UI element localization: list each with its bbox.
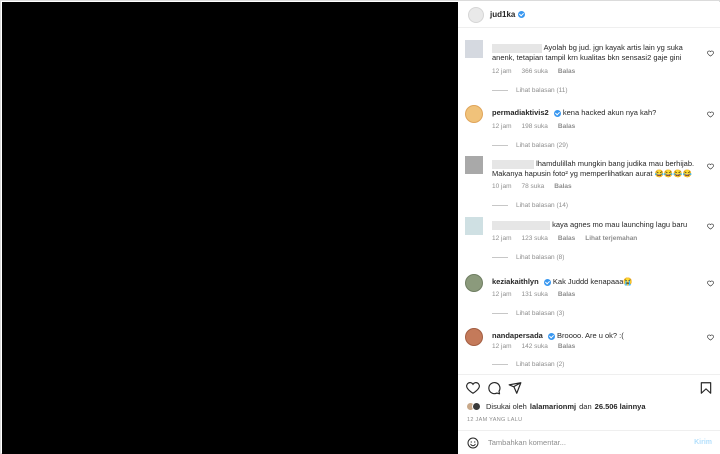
view-replies-button[interactable]: Lihat balasan (8) — [492, 254, 564, 261]
view-replies-button[interactable]: Lihat balasan (14) — [492, 202, 568, 209]
verified-badge-icon — [553, 109, 561, 117]
comment-composer: Kirim — [458, 430, 720, 454]
comment-meta: 12 jam 142 suka Balas — [492, 343, 575, 350]
comment-heart-icon[interactable] — [707, 223, 714, 230]
view-replies-button[interactable]: Lihat balasan (11) — [492, 87, 568, 94]
view-replies-line — [492, 364, 508, 365]
comment-input[interactable] — [488, 438, 678, 447]
view-replies-label: Lihat balasan (29) — [516, 142, 569, 149]
comment-time: 12 jam — [492, 343, 512, 350]
comment-time: 12 jam — [492, 123, 512, 130]
commenter-username[interactable]: permadiaktivis2 — [492, 108, 549, 117]
post-dialog: jud1ka Ayolah bg jud. jgn kayak artis la… — [0, 0, 720, 454]
comment-text: kaya agnes mo mau launching lagu baru — [552, 220, 688, 229]
comment-text-block: keziakaithlyn Kak Juddd kenapaaa😭 — [492, 277, 702, 287]
likes-prefix: Disukai oleh — [486, 402, 527, 411]
likes-summary: Disukai oleh lalamarionmj dan 26.506 lai… — [466, 402, 646, 411]
comment-text-block: kaya agnes mo mau launching lagu baru — [492, 220, 702, 230]
comment-meta: 12 jam 366 suka Balas — [492, 68, 575, 75]
view-replies-line — [492, 313, 508, 314]
reply-button[interactable]: Balas — [558, 343, 575, 350]
view-replies-label: Lihat balasan (3) — [516, 310, 565, 317]
comment-heart-icon[interactable] — [707, 163, 714, 170]
likes-middle: dan — [579, 402, 592, 411]
redacted-username — [492, 43, 542, 53]
reply-button[interactable]: Balas — [558, 68, 575, 75]
commenter-avatar[interactable] — [465, 274, 483, 292]
liker-username[interactable]: lalamarionmj — [530, 402, 576, 411]
comment-text: Kak Juddd kenapaaa😭 — [552, 277, 633, 286]
comment-icon[interactable] — [487, 381, 501, 395]
comment-likes[interactable]: 142 suka — [522, 343, 548, 350]
reply-button[interactable]: Balas — [554, 183, 571, 190]
redacted-username — [492, 220, 550, 230]
comment-meta: 12 jam 131 suka Balas — [492, 291, 575, 298]
reply-button[interactable]: Balas — [558, 291, 575, 298]
comment-text-block: lhamdulillah mungkin bang judika mau ber… — [492, 159, 702, 179]
view-replies-label: Lihat balasan (14) — [516, 202, 569, 209]
reply-button[interactable]: Balas — [558, 235, 575, 242]
commenter-avatar[interactable] — [465, 156, 483, 174]
comment-likes[interactable]: 366 suka — [522, 68, 548, 75]
comment-likes[interactable]: 123 suka — [522, 235, 548, 242]
commenter-avatar[interactable] — [465, 217, 483, 235]
comment-meta: 10 jam 78 suka Balas — [492, 183, 572, 190]
view-replies-line — [492, 257, 508, 258]
comment-time: 12 jam — [492, 68, 512, 75]
translate-button[interactable]: Lihat terjemahan — [585, 235, 637, 242]
commenter-avatar[interactable] — [465, 105, 483, 123]
verified-badge-icon — [543, 278, 551, 286]
view-replies-label: Lihat balasan (2) — [516, 361, 565, 368]
post-header: jud1ka — [458, 2, 720, 28]
comment-heart-icon[interactable] — [707, 111, 714, 118]
comment-heart-icon[interactable] — [707, 50, 714, 57]
commenter-avatar[interactable] — [465, 40, 483, 58]
likes-count[interactable]: 26.506 lainnya — [595, 402, 646, 411]
redacted-username — [492, 159, 534, 169]
share-icon[interactable] — [508, 381, 522, 395]
comment-time: 12 jam — [492, 235, 512, 242]
commenter-avatar[interactable] — [465, 328, 483, 346]
bookmark-icon[interactable] — [699, 381, 713, 395]
comment-likes[interactable]: 198 suka — [522, 123, 548, 130]
comment-likes[interactable]: 78 suka — [522, 183, 545, 190]
post-time: 12 JAM YANG LALU — [467, 417, 523, 423]
comment-list[interactable]: Ayolah bg jud. jgn kayak artis lain yg s… — [458, 29, 720, 373]
view-replies-label: Lihat balasan (8) — [516, 254, 565, 261]
comment-text-block: permadiaktivis2 kena hacked akun nya kah… — [492, 108, 702, 118]
post-actions-bar — [458, 374, 720, 400]
view-replies-line — [492, 145, 508, 146]
verified-badge-icon — [518, 11, 526, 18]
view-replies-label: Lihat balasan (11) — [516, 87, 568, 94]
author-username[interactable]: jud1ka — [490, 10, 515, 19]
comment-text: kena hacked akun nya kah? — [562, 108, 657, 117]
commenter-username[interactable]: nandapersada — [492, 331, 543, 340]
heart-icon[interactable] — [466, 381, 480, 395]
comment-text-block: nandapersada Broooo. Are u ok? :( — [492, 331, 702, 341]
view-replies-button[interactable]: Lihat balasan (29) — [492, 142, 568, 149]
liker-avatar — [472, 402, 481, 411]
post-comment-button[interactable]: Kirim — [694, 439, 712, 446]
comment-time: 12 jam — [492, 291, 512, 298]
comment-meta: 12 jam 123 suka Balas Lihat terjemahan — [492, 235, 637, 242]
comment-meta: 12 jam 198 suka Balas — [492, 123, 575, 130]
comment-time: 10 jam — [492, 183, 512, 190]
verified-badge-icon — [547, 332, 555, 340]
comment-heart-icon[interactable] — [707, 334, 714, 341]
emoji-icon[interactable] — [467, 437, 479, 449]
post-media[interactable] — [2, 2, 458, 454]
comment-likes[interactable]: 131 suka — [522, 291, 548, 298]
view-replies-button[interactable]: Lihat balasan (2) — [492, 361, 564, 368]
author-avatar[interactable] — [468, 6, 484, 23]
comment-heart-icon[interactable] — [707, 280, 714, 287]
view-replies-line — [492, 90, 508, 91]
post-side-panel: jud1ka Ayolah bg jud. jgn kayak artis la… — [458, 2, 720, 454]
commenter-username[interactable]: keziakaithlyn — [492, 277, 539, 286]
comment-text: Broooo. Are u ok? :( — [557, 331, 624, 340]
comment-text-block: Ayolah bg jud. jgn kayak artis lain yg s… — [492, 43, 702, 63]
view-replies-button[interactable]: Lihat balasan (3) — [492, 310, 564, 317]
reply-button[interactable]: Balas — [558, 123, 575, 130]
view-replies-line — [492, 205, 508, 206]
